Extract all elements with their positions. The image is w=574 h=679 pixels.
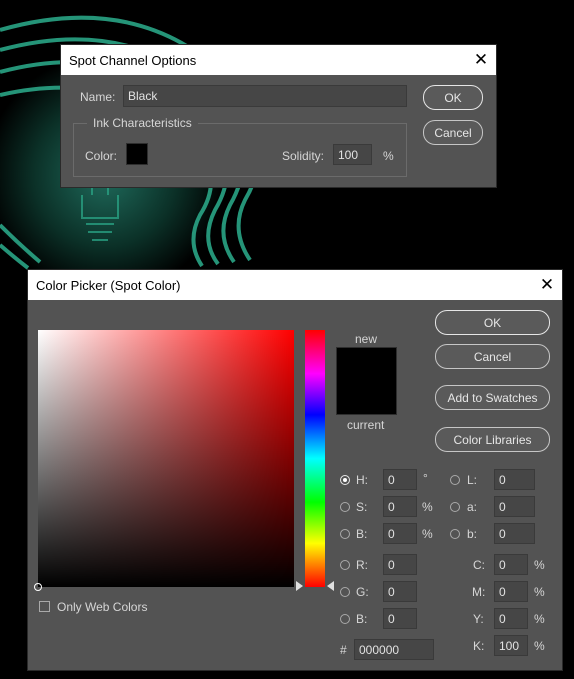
name-label: Name:	[80, 90, 116, 104]
saturation-label: S:	[356, 500, 368, 514]
yellow-field[interactable]: 0	[494, 608, 528, 629]
hue-radio[interactable]	[340, 475, 350, 485]
hex-label: #	[340, 643, 347, 657]
only-web-colors-checkbox[interactable]	[39, 601, 50, 612]
add-to-swatches-button[interactable]: Add to Swatches	[435, 385, 550, 410]
yellow-label: Y:	[473, 612, 484, 626]
brightness-label: B:	[356, 527, 368, 541]
current-color-label: current	[347, 418, 385, 432]
lab-a-radio[interactable]	[450, 502, 460, 512]
color-picker-dialog: Color Picker (Spot Color) ✕ new current …	[28, 270, 562, 670]
hex-field[interactable]: 000000	[354, 639, 434, 660]
brightness-radio[interactable]	[340, 529, 350, 539]
new-color-swatch	[336, 347, 397, 380]
picker-cancel-button[interactable]: Cancel	[435, 344, 550, 369]
green-field[interactable]: 0	[383, 581, 417, 602]
close-icon[interactable]: ✕	[532, 270, 562, 300]
saturation-unit: %	[422, 500, 433, 514]
red-radio[interactable]	[340, 560, 350, 570]
yellow-unit: %	[534, 612, 545, 626]
green-label: G:	[356, 585, 369, 599]
spot-dialog-titlebar[interactable]: Spot Channel Options ✕	[61, 45, 496, 75]
brightness-field[interactable]: 0	[383, 523, 417, 544]
close-icon[interactable]: ✕	[466, 45, 496, 75]
black-label: K:	[473, 639, 485, 653]
color-field[interactable]	[34, 330, 294, 591]
ink-characteristics-label: Ink Characteristics	[87, 116, 198, 130]
lab-a-field[interactable]: 0	[494, 496, 535, 517]
brightness-unit: %	[422, 527, 433, 541]
magenta-label: M:	[472, 585, 486, 599]
only-web-colors-label: Only Web Colors	[57, 600, 148, 614]
new-color-label: new	[355, 332, 378, 346]
color-swatch[interactable]	[126, 143, 148, 165]
picker-title: Color Picker (Spot Color)	[36, 277, 181, 293]
magenta-field[interactable]: 0	[494, 581, 528, 602]
green-radio[interactable]	[340, 587, 350, 597]
current-color-swatch[interactable]	[336, 380, 397, 415]
spot-ok-button[interactable]: OK	[423, 85, 483, 110]
hue-slider-handle-right-icon[interactable]	[327, 581, 334, 591]
hue-unit: °	[423, 471, 428, 485]
lab-l-label: L:	[467, 473, 478, 487]
red-label: R:	[356, 558, 368, 572]
spot-cancel-button[interactable]: Cancel	[423, 120, 483, 145]
hue-field[interactable]: 0	[383, 469, 417, 490]
saturation-radio[interactable]	[340, 502, 350, 512]
lab-l-radio[interactable]	[450, 475, 460, 485]
color-field-picker-circle[interactable]	[34, 583, 42, 591]
color-field-black-overlay	[38, 330, 294, 587]
name-field[interactable]: Black	[123, 85, 407, 107]
black-unit: %	[534, 639, 545, 653]
blue-radio[interactable]	[340, 614, 350, 624]
hue-slider-handle-left-icon[interactable]	[296, 581, 303, 591]
saturation-field[interactable]: 0	[383, 496, 417, 517]
magenta-unit: %	[534, 585, 545, 599]
solidity-label: Solidity:	[282, 149, 325, 163]
lab-a-label: a:	[467, 500, 478, 514]
hue-slider[interactable]	[305, 330, 325, 587]
lab-l-field[interactable]: 0	[494, 469, 535, 490]
color-libraries-button[interactable]: Color Libraries	[435, 427, 550, 452]
spot-dialog-title: Spot Channel Options	[69, 52, 197, 68]
blue-field[interactable]: 0	[383, 608, 417, 629]
black-field[interactable]: 100	[494, 635, 528, 656]
picker-ok-button[interactable]: OK	[435, 310, 550, 335]
lab-b-field[interactable]: 0	[494, 523, 535, 544]
solidity-unit: %	[383, 149, 394, 163]
cyan-unit: %	[534, 558, 545, 572]
cyan-label: C:	[473, 558, 485, 572]
color-label: Color:	[85, 149, 118, 163]
picker-titlebar[interactable]: Color Picker (Spot Color) ✕	[28, 270, 562, 300]
blue-label: B:	[356, 612, 368, 626]
cyan-field[interactable]: 0	[494, 554, 528, 575]
solidity-field[interactable]: 100	[333, 144, 372, 165]
lab-b-label: b:	[467, 527, 478, 541]
lab-b-radio[interactable]	[450, 529, 460, 539]
red-field[interactable]: 0	[383, 554, 417, 575]
spot-channel-options-dialog: Spot Channel Options ✕ Name: Black OK Ca…	[61, 45, 496, 187]
hue-label: H:	[356, 473, 368, 487]
